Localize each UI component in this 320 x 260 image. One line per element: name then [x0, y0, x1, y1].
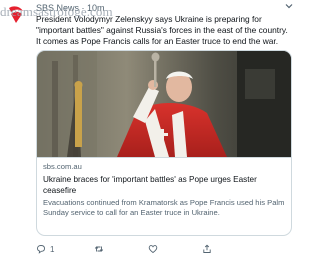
card-image[interactable] — [37, 51, 291, 157]
share-icon — [203, 244, 212, 253]
like-icon — [149, 245, 158, 254]
reply-icon — [37, 245, 45, 254]
author-name[interactable]: SBS News — [36, 3, 79, 13]
card-title[interactable]: Ukraine braces for 'important battles' a… — [43, 174, 287, 196]
header-separator: · — [81, 3, 85, 13]
like-button[interactable] — [148, 242, 162, 256]
share-button[interactable] — [202, 242, 212, 256]
retweet-icon — [95, 246, 104, 252]
card-domain: sbs.com.au — [43, 162, 82, 171]
tweet-time[interactable]: 10m — [87, 3, 105, 13]
avatar[interactable] — [4, 2, 28, 26]
card-body[interactable]: sbs.com.au Ukraine braces for 'important… — [37, 157, 291, 235]
tweet[interactable]: SBS News · 10m President Volodymyr Zelen… — [0, 0, 300, 260]
tweet-text: President Volodymyr Zelenskyy says Ukrai… — [36, 14, 288, 46]
tweet-actions: 1 — [36, 242, 292, 256]
retweet-button[interactable] — [94, 242, 108, 256]
tweet-header: SBS News · 10m — [36, 2, 105, 14]
card-description: Evacuations continued from Kramatorsk as… — [43, 198, 285, 217]
link-card[interactable]: sbs.com.au Ukraine braces for 'important… — [36, 50, 292, 236]
reply-button[interactable]: 1 — [36, 242, 54, 256]
sbs-logo-icon — [4, 2, 28, 26]
chevron-down-icon[interactable] — [284, 1, 294, 15]
reply-count: 1 — [50, 244, 55, 254]
